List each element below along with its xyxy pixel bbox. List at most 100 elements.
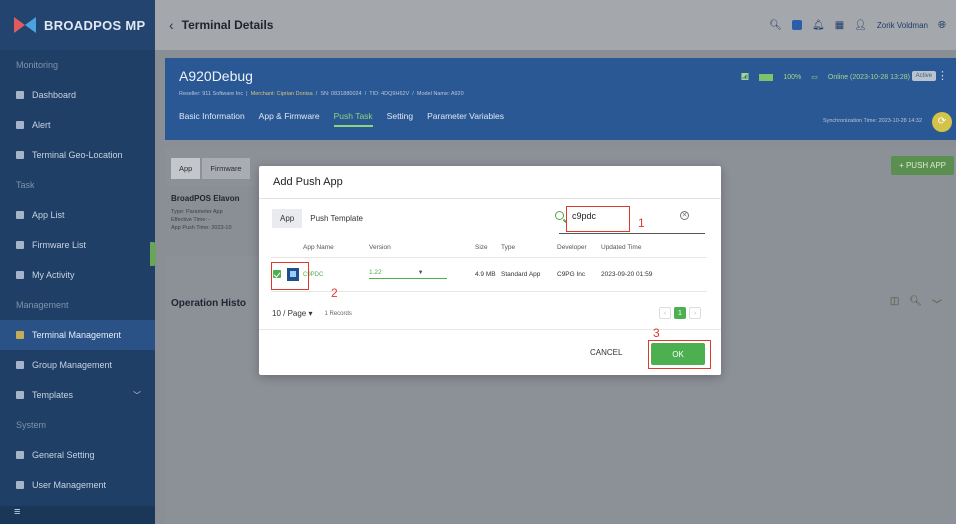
- tab-parameter-variables[interactable]: Parameter Variables: [427, 111, 504, 127]
- refresh-icon[interactable]: ⟳: [932, 112, 952, 132]
- app-updated-time: 2023-09-20 01:59: [599, 257, 707, 292]
- tab-app-firmware[interactable]: App & Firmware: [259, 111, 320, 127]
- bell-icon[interactable]: 🔔︎: [812, 20, 825, 31]
- sync-time: Synchronization Time: 2023-10-28 14:32: [822, 118, 922, 124]
- page-buttons: ‹ 1 ›: [659, 307, 701, 319]
- search-icon[interactable]: 🔍︎: [909, 296, 922, 311]
- col-type: Type: [499, 239, 555, 258]
- globe-icon[interactable]: 🌐︎: [938, 20, 946, 31]
- page-1-button[interactable]: 1: [674, 307, 686, 319]
- location-pin-icon: [16, 151, 24, 159]
- sidebar-item-my-activity[interactable]: My Activity: [0, 260, 155, 290]
- terminal-header: A920Debug Reseller: 911 Software Inc | M…: [165, 58, 956, 140]
- group-icon: [16, 361, 24, 369]
- tab-app[interactable]: App: [272, 209, 303, 228]
- top-bar: ‹ Terminal Details 🔍︎ 🔔︎ ▦ 👤︎ Zorik Vold…: [155, 0, 956, 50]
- apps-grid-icon[interactable]: ▦: [835, 20, 844, 31]
- pagination: 10 / Page ▾ 1 Records: [272, 309, 352, 318]
- search-icon[interactable]: 🔍︎: [769, 20, 782, 31]
- activity-icon: [16, 271, 24, 279]
- col-developer: Developer: [555, 239, 599, 258]
- tab-push-task[interactable]: Push Task: [333, 111, 373, 127]
- online-status: Online (2023-10-28 13:28): [827, 73, 910, 81]
- section-management: Management: [16, 300, 69, 310]
- subtab-app[interactable]: App: [171, 158, 201, 179]
- divider: [259, 329, 721, 330]
- add-push-app-dialog: Add Push App App Push Template ✕ 1 App N…: [259, 166, 721, 375]
- sidebar-item-group-management[interactable]: Group Management: [0, 350, 155, 380]
- dropdown-arrow-icon: ▼: [417, 270, 424, 276]
- user-icon: [16, 481, 24, 489]
- brand-name: BROADPOS MP: [44, 17, 146, 33]
- alert-icon: [16, 121, 24, 129]
- logo[interactable]: BROADPOS MP: [0, 0, 155, 50]
- col-updated-time: Updated Time: [599, 239, 707, 258]
- template-icon: [16, 391, 24, 399]
- document-icon[interactable]: [792, 20, 802, 30]
- cancel-button[interactable]: CANCEL: [590, 348, 622, 357]
- push-app-card[interactable]: BroadPOS Elavon Type: Parameter App Effe…: [165, 186, 270, 256]
- broadpos-logo-icon: [14, 17, 36, 33]
- chevron-down-icon[interactable]: ﹀: [932, 296, 942, 311]
- terminal-icon: [16, 331, 24, 339]
- terminal-name: A920Debug: [179, 68, 253, 84]
- highlight-box-ok: [648, 340, 711, 369]
- menu-toggle-icon[interactable]: ≡: [0, 506, 155, 524]
- tab-push-template[interactable]: Push Template: [302, 209, 371, 228]
- step-number-3: 3: [653, 326, 660, 340]
- sidebar-item-firmware-list[interactable]: Firmware List: [0, 230, 155, 260]
- col-version: Version: [367, 239, 473, 258]
- sidebar: BROADPOS MP Monitoring Dashboard Alert T…: [0, 0, 155, 524]
- sidebar-item-general-setting[interactable]: General Setting: [0, 440, 155, 470]
- table-header: App Name Version Size Type Developer Upd…: [271, 239, 707, 258]
- prev-page-icon[interactable]: ‹: [659, 307, 671, 319]
- sidebar-item-terminal-management[interactable]: Terminal Management: [0, 320, 155, 350]
- page-size-select[interactable]: 10 / Page ▾: [272, 309, 313, 318]
- push-app-button[interactable]: + PUSH APP: [891, 156, 954, 175]
- highlight-box-checkbox: [271, 262, 309, 290]
- terminal-tabs: Basic Information App & Firmware Push Ta…: [179, 111, 504, 127]
- operation-history-title: Operation Histo: [171, 298, 247, 309]
- grid-icon: [16, 211, 24, 219]
- sidebar-item-user-management[interactable]: User Management: [0, 470, 155, 500]
- sidebar-item-alert[interactable]: Alert: [0, 110, 155, 140]
- app-size: 4.9 MB: [473, 257, 499, 292]
- tab-basic-information[interactable]: Basic Information: [179, 111, 245, 127]
- section-task: Task: [16, 180, 35, 190]
- wifi-icon: 📶︎: [740, 74, 750, 81]
- col-app-name: App Name: [301, 239, 367, 258]
- divider: [259, 198, 721, 199]
- section-monitoring: Monitoring: [16, 60, 59, 70]
- app-table: App Name Version Size Type Developer Upd…: [271, 239, 707, 292]
- sidebar-item-templates[interactable]: Templates ﹀: [0, 380, 155, 410]
- next-page-icon[interactable]: ›: [689, 307, 701, 319]
- sidebar-item-app-list[interactable]: App List: [0, 200, 155, 230]
- history-tools: ◫ 🔍︎ ﹀: [890, 296, 942, 311]
- page-title: Terminal Details: [181, 18, 274, 32]
- app-type: Standard App: [499, 257, 555, 292]
- terminal-meta: Reseller: 911 Software Inc | Merchant: C…: [179, 91, 464, 97]
- user-name[interactable]: Zorik Voldman: [877, 21, 928, 30]
- subtab-firmware[interactable]: Firmware: [202, 158, 250, 179]
- sidebar-item-dashboard[interactable]: Dashboard: [0, 80, 155, 110]
- dialog-tabs: App Push Template: [272, 209, 371, 228]
- sidebar-item-geo-location[interactable]: Terminal Geo-Location: [0, 140, 155, 170]
- dialog-title: Add Push App: [273, 176, 343, 188]
- search-underline: [559, 233, 705, 234]
- tab-setting[interactable]: Setting: [387, 111, 413, 127]
- version-select[interactable]: 1.22 ▼: [367, 257, 473, 292]
- dashboard-icon: [16, 91, 24, 99]
- clear-icon[interactable]: ✕: [680, 211, 689, 220]
- push-subtabs: App Firmware: [171, 158, 252, 179]
- columns-icon[interactable]: ◫: [890, 296, 899, 311]
- card-details: Type: Parameter App Effective Time: - Ap…: [171, 209, 232, 231]
- user-icon[interactable]: 👤︎: [854, 20, 867, 31]
- collapse-handle[interactable]: [150, 242, 156, 266]
- top-actions: 🔍︎ 🔔︎ ▦ 👤︎ Zorik Voldman 🌐︎: [769, 20, 946, 31]
- more-options-icon[interactable]: ⋮: [937, 69, 948, 82]
- gear-icon: [16, 451, 24, 459]
- search-icon: [555, 211, 564, 220]
- battery-icon: [759, 73, 774, 81]
- back-arrow-icon[interactable]: ‹: [169, 17, 174, 33]
- record-count: 1 Records: [324, 310, 352, 317]
